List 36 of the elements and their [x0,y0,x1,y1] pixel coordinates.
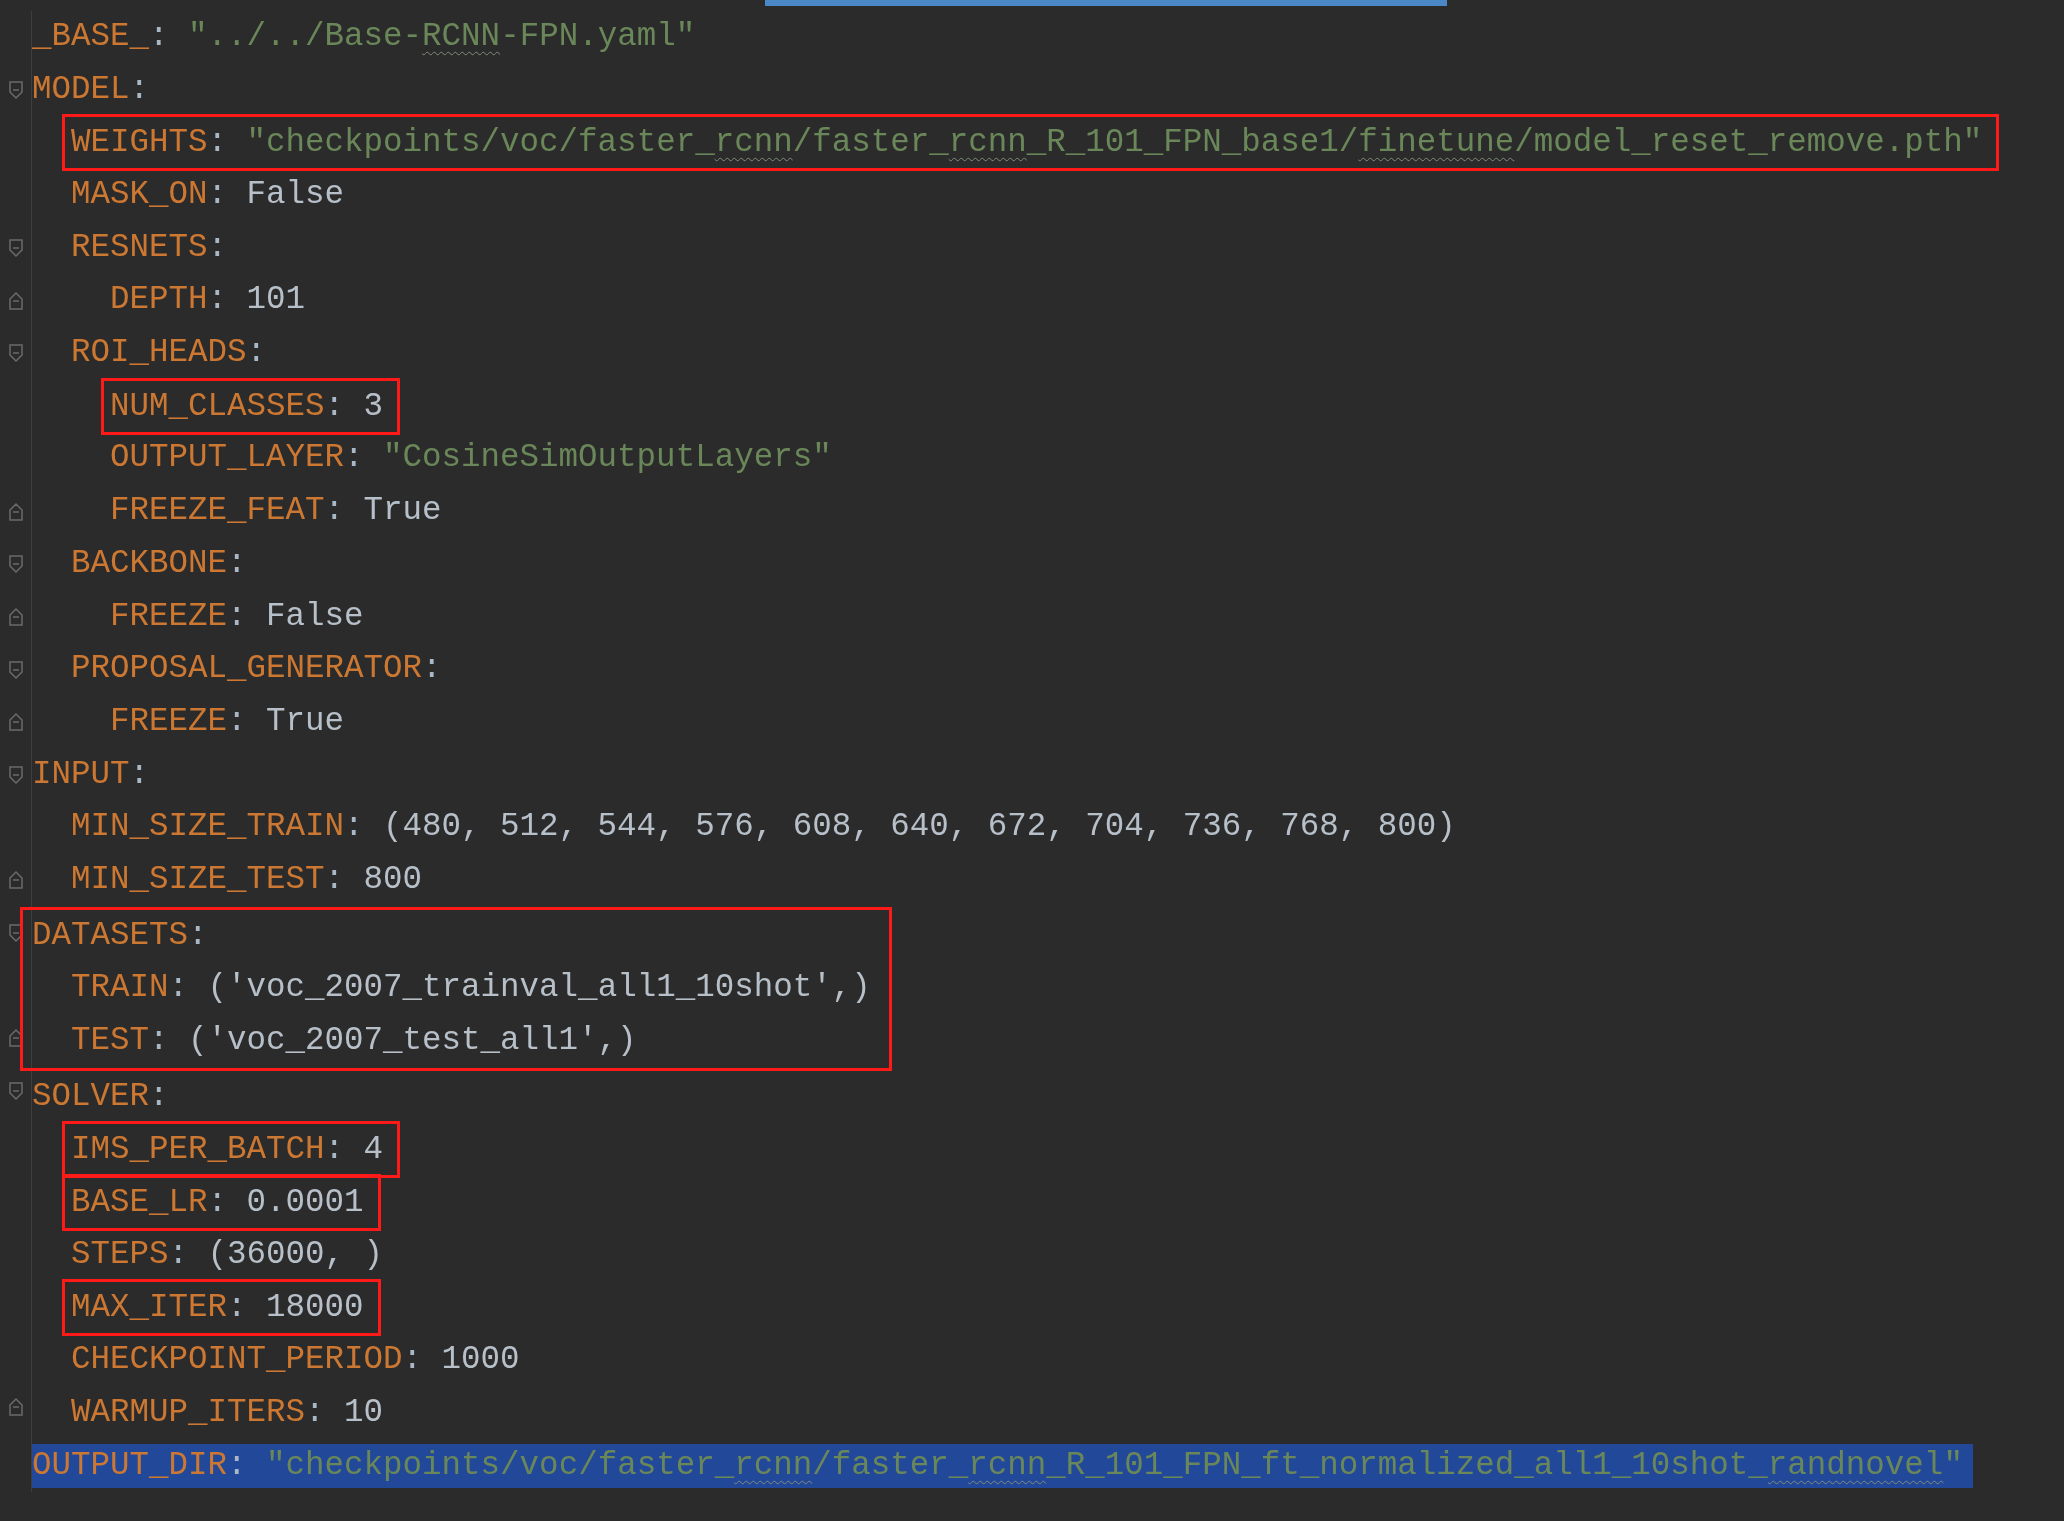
fold-end-icon[interactable] [7,1397,24,1418]
fold-start-icon[interactable] [7,1081,24,1102]
code-line: FREEZE: False [110,596,364,637]
fold-end-icon[interactable] [7,606,24,627]
fold-end-icon[interactable] [7,870,24,891]
code-line: MASK_ON: False [71,175,345,216]
code-line: INPUT: [32,754,150,795]
scrollbar-thumb[interactable] [765,0,1447,6]
code-line: PROPOSAL_GENERATOR: [71,649,442,690]
code-line: STEPS: (36000, ) [71,1234,384,1275]
fold-end-icon[interactable] [7,290,24,311]
code-line: MIN_SIZE_TEST: 800 [71,859,423,900]
code-line: FREEZE_FEAT: True [110,491,442,532]
code-line: WARMUP_ITERS: 10 [71,1392,384,1433]
code-line: _BASE_: "../../Base-RCNN-FPN.yaml" [32,16,696,57]
fold-start-icon[interactable] [7,764,24,785]
code-line: CHECKPOINT_PERIOD: 1000 [71,1340,520,1381]
code-line: MIN_SIZE_TRAIN: (480, 512, 544, 576, 608, 640, 672, 704, 736, 768, 800) [71,807,1456,848]
code-line: ROI_HEADS: [71,333,267,374]
code-line: BACKBONE: [71,543,247,584]
code-line: FREEZE: True [110,701,345,742]
fold-start-icon[interactable] [7,554,24,575]
code-line: TRAIN: ('voc_2007_trainval_all1_10shot',) [71,968,871,1009]
fold-start-icon[interactable] [7,80,24,101]
code-line: RESNETS: [71,227,228,268]
code-line: SOLVER: [32,1076,169,1117]
code-line: DEPTH: 101 [110,280,306,321]
code-line: DATASETS: [32,915,208,956]
code-line: TEST: ('voc_2007_test_all1',) [71,1021,637,1062]
fold-end-icon[interactable] [7,712,24,733]
fold-start-icon[interactable] [7,238,24,259]
code-line: MODEL: [32,69,150,110]
fold-start-icon[interactable] [7,659,24,680]
fold-end-icon[interactable] [7,501,24,522]
fold-start-icon[interactable] [7,343,24,364]
code-line: OUTPUT_LAYER: "CosineSimOutputLayers" [110,438,832,479]
